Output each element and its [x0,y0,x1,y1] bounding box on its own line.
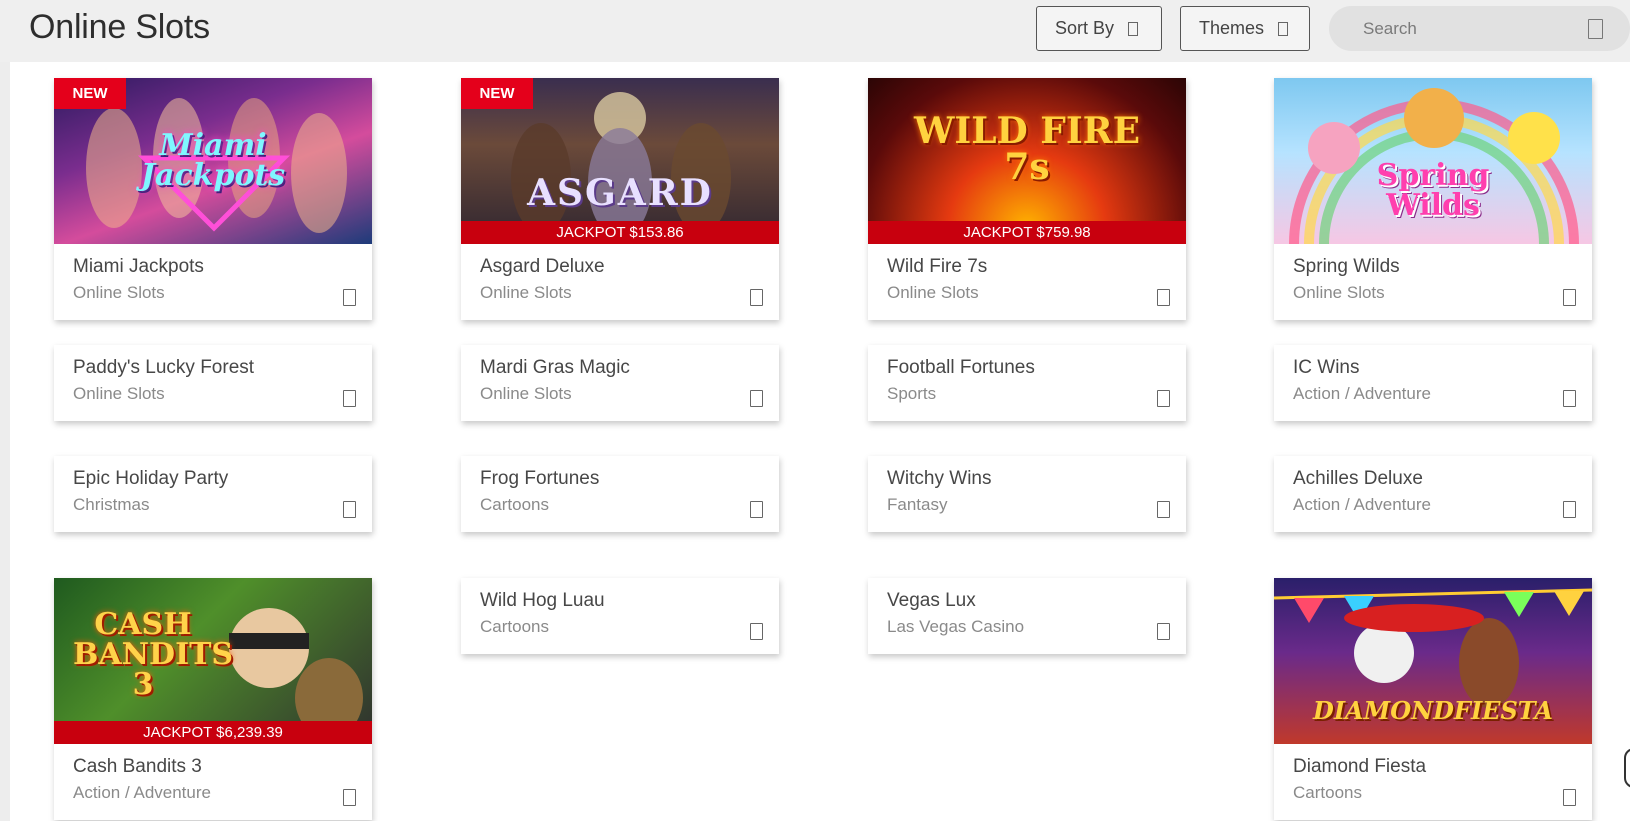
search-input[interactable] [1363,6,1563,51]
game-category: Online Slots [480,384,572,403]
scroll-to-top-button[interactable] [1624,748,1630,788]
game-card-football-fortunes[interactable]: Football Fortunes Sports [868,345,1186,421]
new-badge: NEW [461,78,533,109]
favorite-icon[interactable] [750,623,763,640]
favorite-icon[interactable] [750,390,763,407]
search-box [1329,6,1630,51]
game-title: Spring Wilds [1293,256,1400,277]
top-bar: Online Slots Sort By Themes [0,0,1630,62]
game-title: Football Fortunes [887,357,1035,378]
game-card-wild-fire-7s[interactable]: WILD FIRE 7s JACKPOT $759.98 Wild Fire 7… [868,78,1186,320]
game-card-cash-bandits-3[interactable]: CASH BANDITS 3 JACKPOT $6,239.39 Cash Ba… [54,578,372,820]
favorite-icon[interactable] [1563,501,1576,518]
game-title: Wild Hog Luau [480,590,605,611]
game-category: Online Slots [73,384,165,403]
favorite-icon[interactable] [343,390,356,407]
game-title: Witchy Wins [887,468,992,489]
game-logo: CASH BANDITS 3 [73,607,234,702]
jackpot-banner: JACKPOT $153.86 [461,221,779,244]
game-title: Miami Jackpots [73,256,204,277]
game-category: Fantasy [887,495,948,514]
favorite-icon[interactable] [1157,390,1170,407]
page-title: Online Slots [29,8,210,46]
chevron-down-icon [1278,21,1289,36]
game-logo: WILD FIRE 7s [913,110,1141,188]
game-title: Vegas Lux [887,590,976,611]
game-category: Las Vegas Casino [887,617,1025,636]
favorite-icon[interactable] [750,501,763,518]
sort-by-dropdown[interactable]: Sort By [1036,6,1162,51]
game-title: Asgard Deluxe [480,256,605,277]
game-card-epic-holiday-party[interactable]: Epic Holiday Party Christmas [54,456,372,532]
game-card-frog-fortunes[interactable]: Frog Fortunes Cartoons [461,456,779,532]
game-card-achilles-deluxe[interactable]: Achilles Deluxe Action / Adventure [1274,456,1592,532]
game-category: Online Slots [480,283,572,302]
game-category: Cartoons [480,495,549,514]
game-card-diamond-fiesta[interactable]: DIAMONDFIESTA Diamond Fiesta Cartoons [1274,578,1592,820]
game-title: Diamond Fiesta [1293,756,1427,777]
game-card-miami-jackpots[interactable]: Miami Jackpots NEW Miami Jackpots Online… [54,78,372,320]
game-title: Paddy's Lucky Forest [73,357,255,378]
search-icon[interactable] [1588,19,1603,39]
game-card-spring-wilds[interactable]: Spring Wilds Spring Wilds Online Slots [1274,78,1592,320]
favorite-icon[interactable] [1157,501,1170,518]
game-title: Epic Holiday Party [73,468,229,489]
game-title: Cash Bandits 3 [73,756,202,777]
chevron-down-icon [1128,21,1139,36]
game-thumbnail[interactable]: CASH BANDITS 3 JACKPOT $6,239.39 [54,578,372,744]
game-category: Cartoons [1293,783,1362,802]
game-card-asgard-deluxe[interactable]: ASGARD NEW JACKPOT $153.86 Asgard Deluxe… [461,78,779,320]
new-badge: NEW [54,78,126,109]
game-category: Online Slots [887,283,979,302]
game-card-witchy-wins[interactable]: Witchy Wins Fantasy [868,456,1186,532]
game-category: Action / Adventure [1293,384,1431,403]
favorite-icon[interactable] [1157,623,1170,640]
game-thumbnail[interactable]: WILD FIRE 7s JACKPOT $759.98 [868,78,1186,244]
game-logo: Spring Wilds [1376,158,1490,223]
game-thumbnail[interactable]: DIAMONDFIESTA [1274,578,1592,744]
themes-dropdown[interactable]: Themes [1180,6,1310,51]
favorite-icon[interactable] [750,289,763,306]
sort-by-label: Sort By [1055,18,1115,38]
game-category: Online Slots [73,283,165,302]
favorite-icon[interactable] [1563,289,1576,306]
game-logo: DIAMONDFIESTA [1313,696,1553,725]
game-thumbnail[interactable]: Miami Jackpots NEW [54,78,372,244]
favorite-icon[interactable] [1563,390,1576,407]
jackpot-banner: JACKPOT $6,239.39 [54,721,372,744]
themes-label: Themes [1199,18,1265,38]
favorite-icon[interactable] [1563,789,1576,806]
jackpot-banner: JACKPOT $759.98 [868,221,1186,244]
game-grid: Miami Jackpots NEW Miami Jackpots Online… [10,62,1630,821]
game-thumbnail[interactable]: Spring Wilds [1274,78,1592,244]
game-card-mardi-gras-magic[interactable]: Mardi Gras Magic Online Slots [461,345,779,421]
favorite-icon[interactable] [343,789,356,806]
game-title: Frog Fortunes [480,468,600,489]
game-card-wild-hog-luau[interactable]: Wild Hog Luau Cartoons [461,578,779,654]
game-category: Cartoons [480,617,549,636]
game-title: Mardi Gras Magic [480,357,630,378]
game-card-vegas-lux[interactable]: Vegas Lux Las Vegas Casino [868,578,1186,654]
game-card-paddys-lucky-forest[interactable]: Paddy's Lucky Forest Online Slots [54,345,372,421]
game-title: IC Wins [1293,357,1360,378]
game-category: Sports [887,384,937,403]
game-category: Action / Adventure [1293,495,1431,514]
favorite-icon[interactable] [343,289,356,306]
game-thumbnail[interactable]: ASGARD NEW JACKPOT $153.86 [461,78,779,244]
favorite-icon[interactable] [1157,289,1170,306]
game-category: Action / Adventure [73,783,211,802]
game-category: Online Slots [1293,283,1385,302]
game-logo: Miami Jackpots [140,128,286,193]
game-card-ic-wins[interactable]: IC Wins Action / Adventure [1274,345,1592,421]
game-category: Christmas [73,495,150,514]
game-title: Wild Fire 7s [887,256,988,277]
favorite-icon[interactable] [343,501,356,518]
game-logo: ASGARD [527,172,713,214]
game-title: Achilles Deluxe [1293,468,1423,489]
